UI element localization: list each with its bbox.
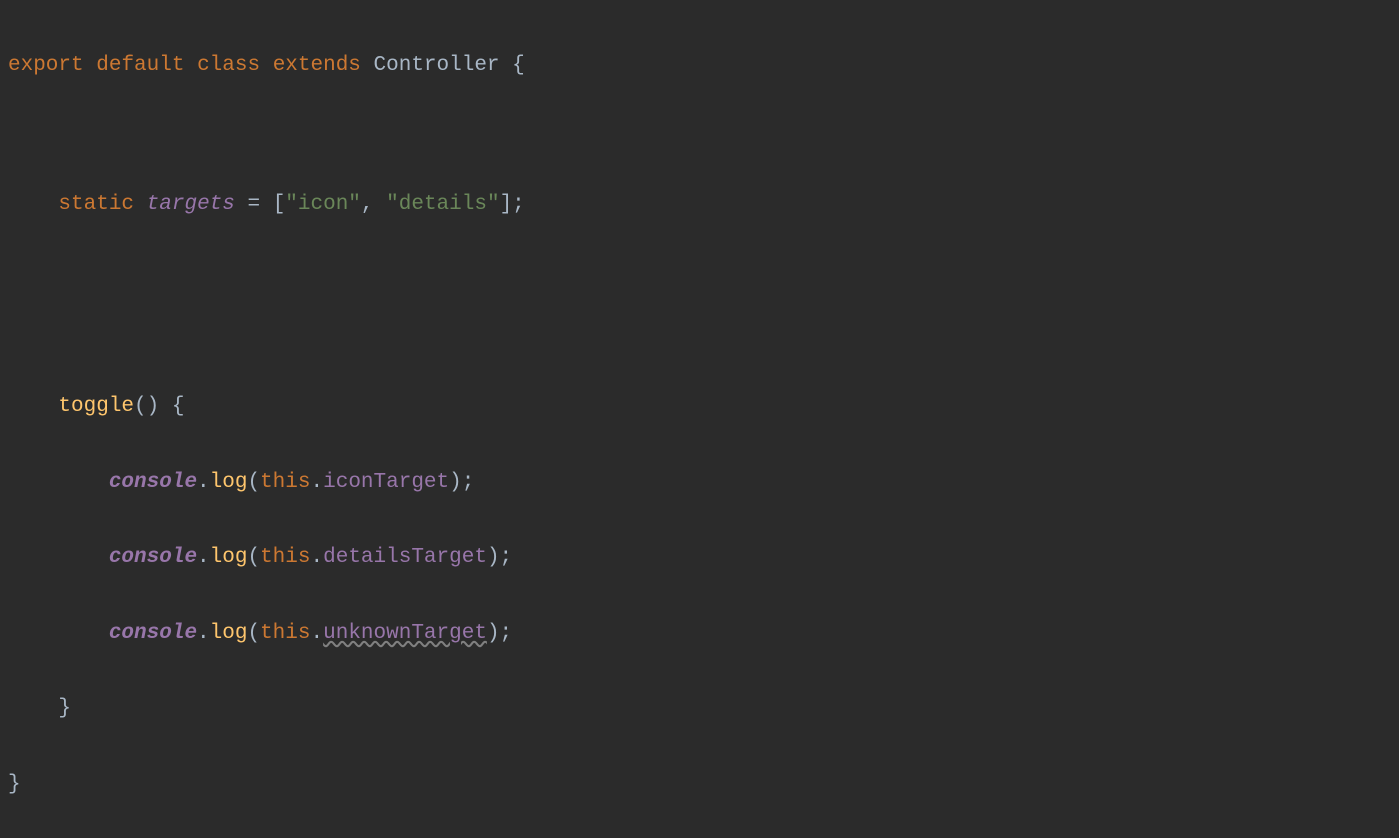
method-log: log: [210, 622, 248, 645]
dot: .: [197, 546, 210, 569]
code-editor[interactable]: export default class extends Controller …: [8, 12, 1391, 838]
identifier-controller: Controller: [374, 54, 500, 77]
code-line-4[interactable]: console.log(this.iconTarget);: [8, 461, 1391, 505]
paren-close: ): [449, 471, 462, 494]
indent: [8, 471, 109, 494]
console-object: console: [109, 471, 197, 494]
property-detailstarget: detailsTarget: [323, 546, 487, 569]
code-line-7[interactable]: }: [8, 687, 1391, 731]
code-line-1[interactable]: export default class extends Controller …: [8, 44, 1391, 88]
code-line-blank[interactable]: [8, 119, 1391, 151]
indent: [8, 622, 109, 645]
method-log: log: [210, 546, 248, 569]
semicolon: ;: [512, 193, 525, 216]
brace-open: {: [500, 54, 525, 77]
brace-open: {: [159, 395, 184, 418]
bracket-close: ]: [500, 193, 513, 216]
console-object: console: [109, 622, 197, 645]
code-line-5[interactable]: console.log(this.detailsTarget);: [8, 536, 1391, 580]
dot: .: [197, 622, 210, 645]
dot: .: [197, 471, 210, 494]
code-line-2[interactable]: static targets = ["icon", "details"];: [8, 183, 1391, 227]
brace-close: }: [8, 773, 21, 796]
keyword-this: this: [260, 622, 310, 645]
keyword-this: this: [260, 471, 310, 494]
console-object: console: [109, 546, 197, 569]
method-toggle: toggle: [58, 395, 134, 418]
keyword-default: default: [96, 54, 184, 77]
paren-open: (: [247, 622, 260, 645]
field-targets: targets: [147, 193, 235, 216]
indent: [8, 546, 109, 569]
dot: .: [311, 622, 324, 645]
code-line-8[interactable]: }: [8, 763, 1391, 807]
property-icontarget: iconTarget: [323, 471, 449, 494]
code-line-6[interactable]: console.log(this.unknownTarget);: [8, 612, 1391, 656]
string-details: "details": [386, 193, 499, 216]
dot: .: [311, 546, 324, 569]
indent: [8, 395, 58, 418]
comma: ,: [361, 193, 386, 216]
paren-close: ): [487, 546, 500, 569]
keyword-export: export: [8, 54, 84, 77]
string-icon: "icon": [285, 193, 361, 216]
indent: [8, 193, 58, 216]
paren-close: ): [487, 622, 500, 645]
semicolon: ;: [500, 622, 513, 645]
indent: [8, 697, 58, 720]
code-line-blank[interactable]: [8, 258, 1391, 290]
keyword-class: class: [197, 54, 260, 77]
dot: .: [311, 471, 324, 494]
equals: =: [235, 193, 273, 216]
semicolon: ;: [462, 471, 475, 494]
brace-close: }: [58, 697, 71, 720]
keyword-static: static: [58, 193, 134, 216]
paren-open: (: [247, 546, 260, 569]
semicolon: ;: [500, 546, 513, 569]
method-log: log: [210, 471, 248, 494]
code-line-blank[interactable]: [8, 322, 1391, 354]
keyword-extends: extends: [273, 54, 361, 77]
keyword-this: this: [260, 546, 310, 569]
parens: (): [134, 395, 159, 418]
bracket-open: [: [273, 193, 286, 216]
paren-open: (: [247, 471, 260, 494]
property-unknowntarget-warning: unknownTarget: [323, 622, 487, 645]
code-line-3[interactable]: toggle() {: [8, 385, 1391, 429]
